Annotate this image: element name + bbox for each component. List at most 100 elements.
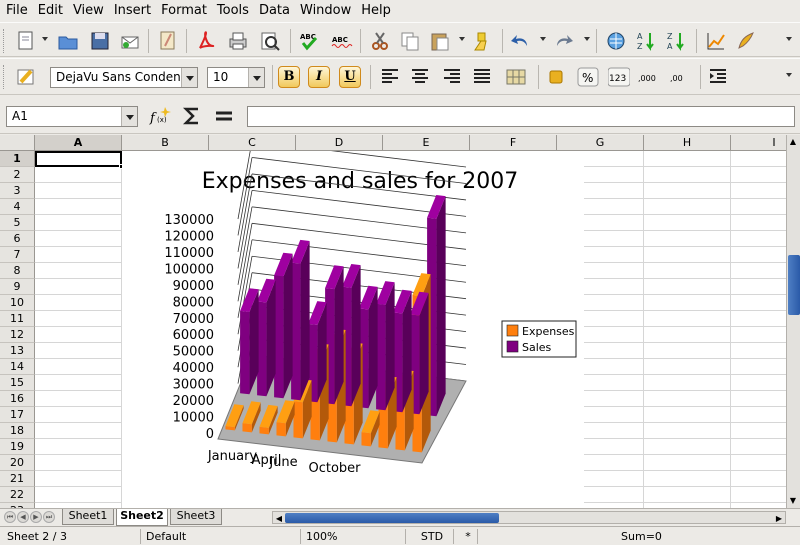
- column-header-a[interactable]: A: [35, 135, 122, 151]
- menu-help[interactable]: Help: [357, 1, 397, 21]
- first-sheet-icon[interactable]: ⏮: [4, 511, 16, 523]
- column-header-f[interactable]: F: [470, 135, 557, 151]
- vertical-scroll-thumb[interactable]: [788, 255, 800, 315]
- scroll-right-arrow-icon[interactable]: ▶: [773, 512, 785, 524]
- next-sheet-icon[interactable]: ▶: [30, 511, 42, 523]
- justify-icon[interactable]: [470, 65, 494, 89]
- copy-icon[interactable]: [398, 29, 422, 53]
- sort-descending-icon[interactable]: ZA: [664, 29, 688, 53]
- row-header[interactable]: 4: [0, 199, 35, 215]
- function-wizard-icon[interactable]: f (x): [148, 104, 172, 128]
- menu-tools[interactable]: Tools: [213, 1, 255, 21]
- row-header[interactable]: 8: [0, 263, 35, 279]
- row-header[interactable]: 12: [0, 327, 35, 343]
- toolbar-grip[interactable]: [3, 65, 7, 89]
- column-header-b[interactable]: B: [122, 135, 209, 151]
- font-name-combo[interactable]: DejaVu Sans Condensed: [50, 67, 198, 88]
- menu-format[interactable]: Format: [157, 1, 213, 21]
- font-name-dropdown-button[interactable]: [181, 68, 197, 87]
- standard-format-button[interactable]: 123: [607, 65, 631, 89]
- row-header[interactable]: 15: [0, 375, 35, 391]
- underline-button[interactable]: U: [339, 66, 361, 88]
- column-header-i[interactable]: I: [731, 135, 786, 151]
- merge-cells-icon[interactable]: [504, 65, 528, 89]
- spellcheck-icon[interactable]: ABC: [298, 29, 322, 53]
- vertical-scrollbar[interactable]: ▲ ▼: [786, 135, 800, 508]
- sheet-tab-1[interactable]: Sheet1: [62, 509, 114, 525]
- toolbar-grip[interactable]: [3, 29, 7, 53]
- row-header[interactable]: 9: [0, 279, 35, 295]
- row-header[interactable]: 13: [0, 343, 35, 359]
- row-header[interactable]: 16: [0, 391, 35, 407]
- insert-chart-icon[interactable]: [704, 29, 728, 53]
- delete-decimal-button[interactable]: ,00: [668, 65, 692, 89]
- align-left-icon[interactable]: [378, 65, 402, 89]
- currency-format-icon[interactable]: [544, 65, 568, 89]
- row-header[interactable]: 5: [0, 215, 35, 231]
- menu-edit[interactable]: Edit: [34, 1, 69, 21]
- new-document-icon[interactable]: [14, 29, 38, 53]
- menu-file[interactable]: File: [2, 1, 34, 21]
- function-icon[interactable]: [212, 104, 236, 128]
- edit-file-icon[interactable]: [156, 29, 180, 53]
- save-icon[interactable]: [88, 29, 112, 53]
- scroll-up-arrow-icon[interactable]: ▲: [787, 135, 799, 147]
- row-header[interactable]: 19: [0, 439, 35, 455]
- font-size-combo[interactable]: 10: [207, 67, 265, 88]
- menu-view[interactable]: View: [69, 1, 110, 21]
- scroll-left-arrow-icon[interactable]: ◀: [273, 512, 285, 524]
- email-document-icon[interactable]: [118, 29, 142, 53]
- export-pdf-icon[interactable]: [194, 29, 218, 53]
- bold-button[interactable]: B: [278, 66, 300, 88]
- row-header[interactable]: 1: [0, 151, 35, 167]
- scroll-down-arrow-icon[interactable]: ▼: [787, 494, 799, 506]
- font-size-dropdown-button[interactable]: [248, 68, 264, 87]
- row-header[interactable]: 10: [0, 295, 35, 311]
- row-header[interactable]: 22: [0, 487, 35, 503]
- add-decimal-button[interactable]: ,000: [637, 65, 661, 89]
- row-header[interactable]: 2: [0, 167, 35, 183]
- prev-sheet-icon[interactable]: ◀: [17, 511, 29, 523]
- formula-input[interactable]: [247, 106, 795, 127]
- row-header[interactable]: 14: [0, 359, 35, 375]
- menu-insert[interactable]: Insert: [110, 1, 157, 21]
- row-header[interactable]: 20: [0, 455, 35, 471]
- styles-formatting-icon[interactable]: [14, 65, 38, 89]
- hyperlink-icon[interactable]: [604, 29, 628, 53]
- row-header[interactable]: 11: [0, 311, 35, 327]
- select-all-corner[interactable]: [0, 135, 35, 151]
- last-sheet-icon[interactable]: ⏭: [43, 511, 55, 523]
- redo-icon[interactable]: [552, 29, 576, 53]
- column-header-h[interactable]: H: [644, 135, 731, 151]
- sum-icon[interactable]: [180, 104, 204, 128]
- chart-object[interactable]: Expenses and sales for 2007 0 10000 20000 3…: [122, 151, 584, 508]
- status-page-style[interactable]: Default: [140, 529, 300, 544]
- active-cell-a1[interactable]: [35, 151, 122, 167]
- open-folder-icon[interactable]: [56, 29, 80, 53]
- menu-data[interactable]: Data: [255, 1, 296, 21]
- cut-icon[interactable]: [368, 29, 392, 53]
- italic-button[interactable]: I: [308, 66, 330, 88]
- increase-indent-icon[interactable]: [706, 65, 730, 89]
- horizontal-scroll-thumb[interactable]: [285, 513, 499, 523]
- print-icon[interactable]: [226, 29, 250, 53]
- sheet-tab-3[interactable]: Sheet3: [170, 509, 222, 525]
- row-header[interactable]: 18: [0, 423, 35, 439]
- align-center-icon[interactable]: [408, 65, 432, 89]
- row-header[interactable]: 6: [0, 231, 35, 247]
- name-box-dropdown-button[interactable]: [121, 107, 137, 126]
- status-insert-mode[interactable]: STD: [405, 529, 453, 544]
- sort-ascending-icon[interactable]: AZ: [634, 29, 658, 53]
- row-header[interactable]: 17: [0, 407, 35, 423]
- column-header-g[interactable]: G: [557, 135, 644, 151]
- column-header-c[interactable]: C: [209, 135, 296, 151]
- print-preview-icon[interactable]: [258, 29, 282, 53]
- align-right-icon[interactable]: [440, 65, 464, 89]
- undo-icon[interactable]: [508, 29, 532, 53]
- menu-window[interactable]: Window: [296, 1, 357, 21]
- show-draw-functions-icon[interactable]: [734, 29, 758, 53]
- clone-formatting-icon[interactable]: [470, 29, 494, 53]
- row-header[interactable]: 7: [0, 247, 35, 263]
- row-header[interactable]: 3: [0, 183, 35, 199]
- sheet-tab-2[interactable]: Sheet2: [116, 509, 168, 526]
